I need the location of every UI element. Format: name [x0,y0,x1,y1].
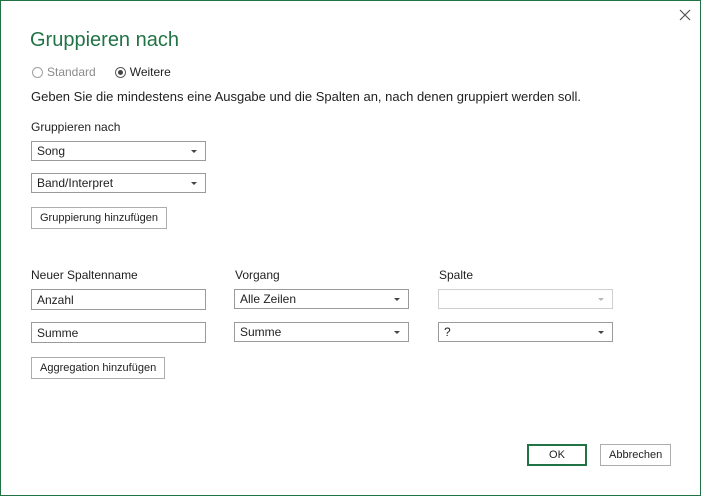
aggregation-operation-value-1: Alle Zeilen [240,292,297,306]
close-icon[interactable] [675,5,695,25]
radio-weitere[interactable]: Weitere [114,65,171,79]
aggregation-column-select-1 [438,289,613,309]
chevron-down-icon [394,298,400,301]
group-select-2[interactable]: Band/Interpret [31,173,206,193]
radio-weitere-label: Weitere [129,65,171,79]
cancel-button[interactable]: Abbrechen [600,444,671,466]
aggregation-operation-value-2: Summe [240,325,282,339]
add-aggregation-button[interactable]: Aggregation hinzufügen [31,357,166,379]
chevron-down-icon [191,150,197,153]
aggregation-operation-select-2[interactable]: Summe [234,322,409,342]
radio-circle-icon [32,66,43,78]
aggregation-name-input-2[interactable] [31,322,206,343]
radio-selected-icon [114,66,126,78]
group-select-1-value: Song [37,144,66,158]
dialog-title: Gruppieren nach [30,29,179,51]
group-select-1[interactable]: Song [31,141,206,161]
add-grouping-button[interactable]: Gruppierung hinzufügen [31,207,168,229]
chevron-down-icon [191,182,197,185]
chevron-down-icon [598,331,604,334]
group-select-2-value: Band/Interpret [37,176,114,190]
aggregation-column-select-2[interactable]: ? [438,322,613,342]
ok-button[interactable]: OK [527,444,587,466]
chevron-down-icon [394,331,400,334]
header-new-column-name: Neuer Spaltenname [31,268,138,282]
mode-radio-group: Standard Weitere [32,64,171,80]
aggregation-operation-select-1[interactable]: Alle Zeilen [234,289,409,309]
radio-standard-label: Standard [47,65,96,79]
aggregation-name-input-1[interactable] [31,289,206,310]
grouping-label: Gruppieren nach [31,120,121,134]
header-column: Spalte [439,268,474,282]
group-by-dialog: Gruppieren nach Standard Weitere Geben S… [0,0,701,496]
header-operation: Vorgang [235,268,280,282]
aggregation-column-value-2: ? [444,325,451,339]
dialog-description: Geben Sie die mindestens eine Ausgabe un… [31,89,581,104]
chevron-down-icon [598,298,604,301]
radio-standard[interactable]: Standard [32,65,96,79]
